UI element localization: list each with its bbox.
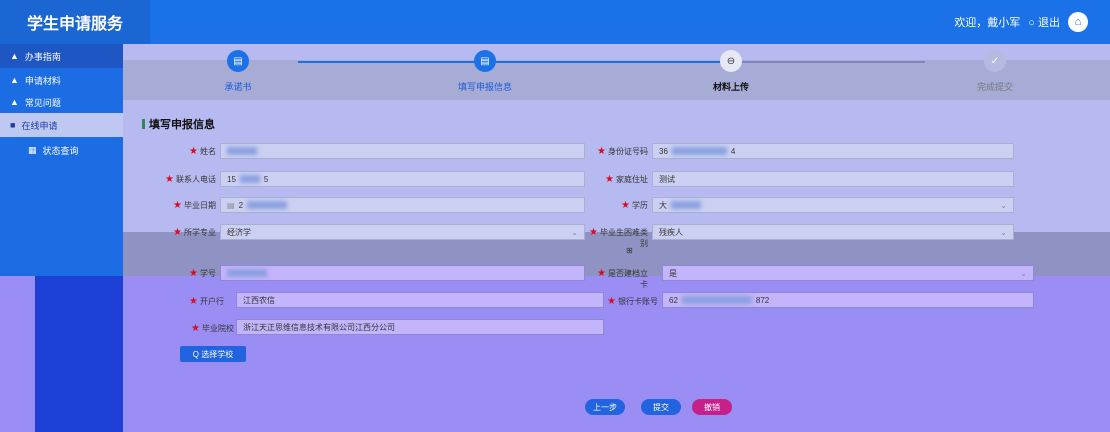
home-icon: ▲ xyxy=(10,75,19,85)
document-icon: ▤ xyxy=(227,50,249,72)
progress-steps: ▤ 承诺书 ▤ 填写申报信息 ⊖ 材料上传 ✓ 完成提交 xyxy=(123,50,1110,100)
education-select[interactable]: 大 ⌄ xyxy=(652,197,1014,213)
cancel-button[interactable]: 撤销 xyxy=(692,399,732,415)
top-bar: 学生申请服务 欢迎，戴小军 ○ 退出 ⌂ xyxy=(0,0,1110,44)
redacted xyxy=(227,269,267,277)
registered-label: ★ 是否建档立卡 xyxy=(597,268,648,289)
chevron-down-icon: ⌄ xyxy=(1020,268,1027,278)
sidebar-item-label: 常见问题 xyxy=(24,97,61,108)
step-label: 完成提交 xyxy=(976,82,1013,92)
sidebar-item-label: 办事指南 xyxy=(24,51,61,62)
step-label: 承诺书 xyxy=(224,82,252,92)
bank-label: ★ 开户行 xyxy=(189,296,224,307)
prev-step-button[interactable]: 上一步 xyxy=(585,399,625,415)
address-label: ★ 家庭住址 xyxy=(605,174,648,185)
redacted xyxy=(671,201,701,209)
welcome-text: 欢迎，戴小军 xyxy=(954,17,1021,29)
home-icon[interactable]: ⌂ xyxy=(1068,12,1088,32)
select-school-button[interactable]: Q 选择学校 xyxy=(180,346,246,362)
app-title: 学生申请服务 xyxy=(0,0,150,44)
sidebar-item-apply[interactable]: ■ 在线申请 xyxy=(0,113,123,137)
home-icon: ▲ xyxy=(10,51,19,61)
school-label: ★ 毕业院校 xyxy=(191,323,234,334)
phone-field[interactable]: 15 5 xyxy=(220,171,585,187)
calendar-icon: ▤ xyxy=(227,200,235,210)
school-field[interactable]: 浙江天正思维信息技术有限公司江西分公司 xyxy=(236,319,604,335)
check-icon: ✓ xyxy=(984,50,1006,72)
menu-icon: ■ xyxy=(10,120,16,130)
student-id-label: ★ 学号 xyxy=(189,268,216,279)
chevron-down-icon: ⌄ xyxy=(1000,227,1007,237)
card-number-label: ★ 银行卡账号 xyxy=(607,296,658,307)
student-id-field[interactable] xyxy=(220,265,585,281)
redacted xyxy=(227,147,257,155)
redacted xyxy=(239,175,260,183)
chevron-down-icon: ⌄ xyxy=(571,227,578,237)
title-marker xyxy=(142,119,145,129)
sidebar-lower xyxy=(35,276,123,432)
redacted xyxy=(671,147,727,155)
grid-icon: ⊞ xyxy=(626,246,633,255)
name-field[interactable] xyxy=(220,143,585,159)
home-icon: ▲ xyxy=(10,97,19,107)
sidebar-item-label: 状态查询 xyxy=(42,145,79,156)
step-complete: ✓ 完成提交 xyxy=(935,50,1055,93)
registered-select[interactable]: 是 ⌄ xyxy=(662,265,1034,281)
sidebar-item-label: 申请材料 xyxy=(24,75,61,86)
step-label: 材料上传 xyxy=(712,82,749,92)
section-title: 填写申报信息 xyxy=(142,116,215,132)
document-icon: ▤ xyxy=(474,50,496,72)
id-number-label: ★ 身份证号码 xyxy=(597,146,648,157)
major-select[interactable]: 经济学 ⌄ xyxy=(220,224,585,240)
sidebar-item-label: 在线申请 xyxy=(21,120,58,131)
name-label: ★ 姓名 xyxy=(189,146,216,157)
education-label: ★ 学历 xyxy=(621,200,648,211)
grad-date-field[interactable]: ▤ 2 xyxy=(220,197,585,213)
user-area: 欢迎，戴小军 ○ 退出 ⌂ xyxy=(954,0,1088,44)
logout-link[interactable]: ○ 退出 xyxy=(1028,14,1060,30)
phone-label: ★ 联系人电话 xyxy=(165,174,216,185)
submit-button[interactable]: 提交 xyxy=(641,399,681,415)
redacted xyxy=(681,296,752,304)
sidebar-item-status[interactable]: ▦ 状态查询 xyxy=(0,138,123,162)
sidebar-item-faq[interactable]: ▲ 常见问题 xyxy=(0,90,123,114)
sidebar-item-materials[interactable]: ▲ 申请材料 xyxy=(0,68,123,92)
chevron-down-icon: ⌄ xyxy=(1000,200,1007,210)
sidebar-item-guide[interactable]: ▲ 办事指南 xyxy=(0,44,123,68)
step-label: 填写申报信息 xyxy=(457,82,512,92)
card-number-field[interactable]: 62 872 xyxy=(662,292,1034,308)
address-field[interactable]: 测试 xyxy=(652,171,1014,187)
sidebar-lower-gap xyxy=(0,276,35,432)
step-fill-info: ▤ 填写申报信息 xyxy=(425,50,545,93)
step-upload: ⊖ 材料上传 xyxy=(671,50,791,93)
major-label: ★ 所学专业 xyxy=(173,227,216,238)
difficulty-label: ★ 毕业生困难类别 xyxy=(589,227,648,248)
upload-icon: ⊖ xyxy=(720,50,742,72)
difficulty-select[interactable]: 残疾人 ⌄ xyxy=(652,224,1014,240)
id-number-field[interactable]: 36 4 xyxy=(652,143,1014,159)
bank-field[interactable]: 江西农信 xyxy=(236,292,604,308)
redacted xyxy=(247,201,288,209)
step-promise: ▤ 承诺书 xyxy=(178,50,298,93)
list-icon: ▦ xyxy=(28,144,37,155)
grad-date-label: ★ 毕业日期 xyxy=(173,200,216,211)
